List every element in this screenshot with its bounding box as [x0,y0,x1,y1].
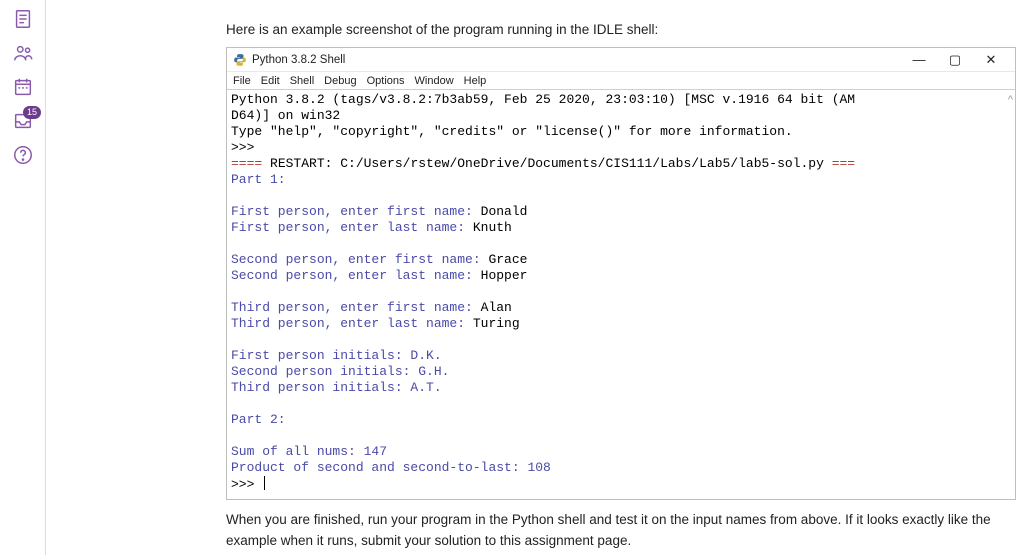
window-titlebar: Python 3.8.2 Shell — ▢ ✕ [227,48,1015,72]
shell-line: Product of second and second-to-last: 10… [231,460,551,475]
window-minimize-button[interactable]: — [901,49,937,71]
shell-line: ==== [231,156,270,171]
people-icon [12,42,34,64]
shell-prompt: >>> [231,477,262,492]
window-close-button[interactable]: ✕ [973,49,1009,71]
sidebar-tool-people[interactable] [0,36,46,70]
menu-shell[interactable]: Shell [290,75,314,87]
window-title: Python 3.8.2 Shell [252,54,345,66]
shell-line: First person initials: D.K. [231,348,442,363]
shell-line: Second person, enter last name: [231,268,473,283]
sidebar-tool-inbox[interactable]: 15 [0,104,46,138]
sidebar-tool-document[interactable] [0,2,46,36]
python-icon [233,53,247,67]
menu-file[interactable]: File [233,75,251,87]
shell-input: Hopper [473,268,528,283]
shell-line: RESTART: C:/Users/rstew/OneDrive/Documen… [270,156,824,171]
shell-line: D64)] on win32 [231,108,340,123]
shell-line: === [824,156,855,171]
shell-line: First person, enter first name: [231,204,473,219]
main-content: Here is an example screenshot of the pro… [46,0,1024,552]
shell-line: Second person initials: G.H. [231,364,449,379]
scrollbar-hint[interactable]: ^ [1008,92,1013,108]
shell-line: Third person, enter first name: [231,300,473,315]
help-icon [12,144,34,166]
shell-prompt: >>> [231,140,254,155]
shell-line: Third person initials: A.T. [231,380,442,395]
shell-line: Second person, enter first name: [231,252,481,267]
shell-input: Knuth [465,220,512,235]
shell-line: First person, enter last name: [231,220,465,235]
shell-input: Grace [481,252,528,267]
left-sidebar: 15 [0,0,46,555]
shell-line: Python 3.8.2 (tags/v3.8.2:7b3ab59, Feb 2… [231,92,855,107]
shell-input: Alan [473,300,512,315]
menu-options[interactable]: Options [367,75,405,87]
shell-line: Sum of all nums: 147 [231,444,387,459]
shell-output[interactable]: ^ Python 3.8.2 (tags/v3.8.2:7b3ab59, Feb … [227,90,1015,499]
shell-line: Part 1: [231,172,286,187]
window-menubar: File Edit Shell Debug Options Window Hel… [227,72,1015,90]
idle-shell-window: Python 3.8.2 Shell — ▢ ✕ File Edit Shell… [226,47,1016,500]
outro-text: When you are finished, run your program … [226,510,1014,552]
menu-help[interactable]: Help [464,75,487,87]
shell-line: Third person, enter last name: [231,316,465,331]
menu-edit[interactable]: Edit [261,75,280,87]
intro-text: Here is an example screenshot of the pro… [226,22,1014,37]
sidebar-tool-calendar[interactable] [0,70,46,104]
menu-debug[interactable]: Debug [324,75,356,87]
sidebar-tool-help[interactable] [0,138,46,172]
shell-line: Type "help", "copyright", "credits" or "… [231,124,793,139]
window-maximize-button[interactable]: ▢ [937,49,973,71]
document-icon [12,8,34,30]
inbox-badge: 15 [23,106,41,119]
shell-input: Donald [473,204,528,219]
menu-window[interactable]: Window [415,75,454,87]
shell-input: Turing [465,316,520,331]
text-cursor [264,476,265,490]
shell-line: Part 2: [231,412,286,427]
calendar-icon [12,76,34,98]
